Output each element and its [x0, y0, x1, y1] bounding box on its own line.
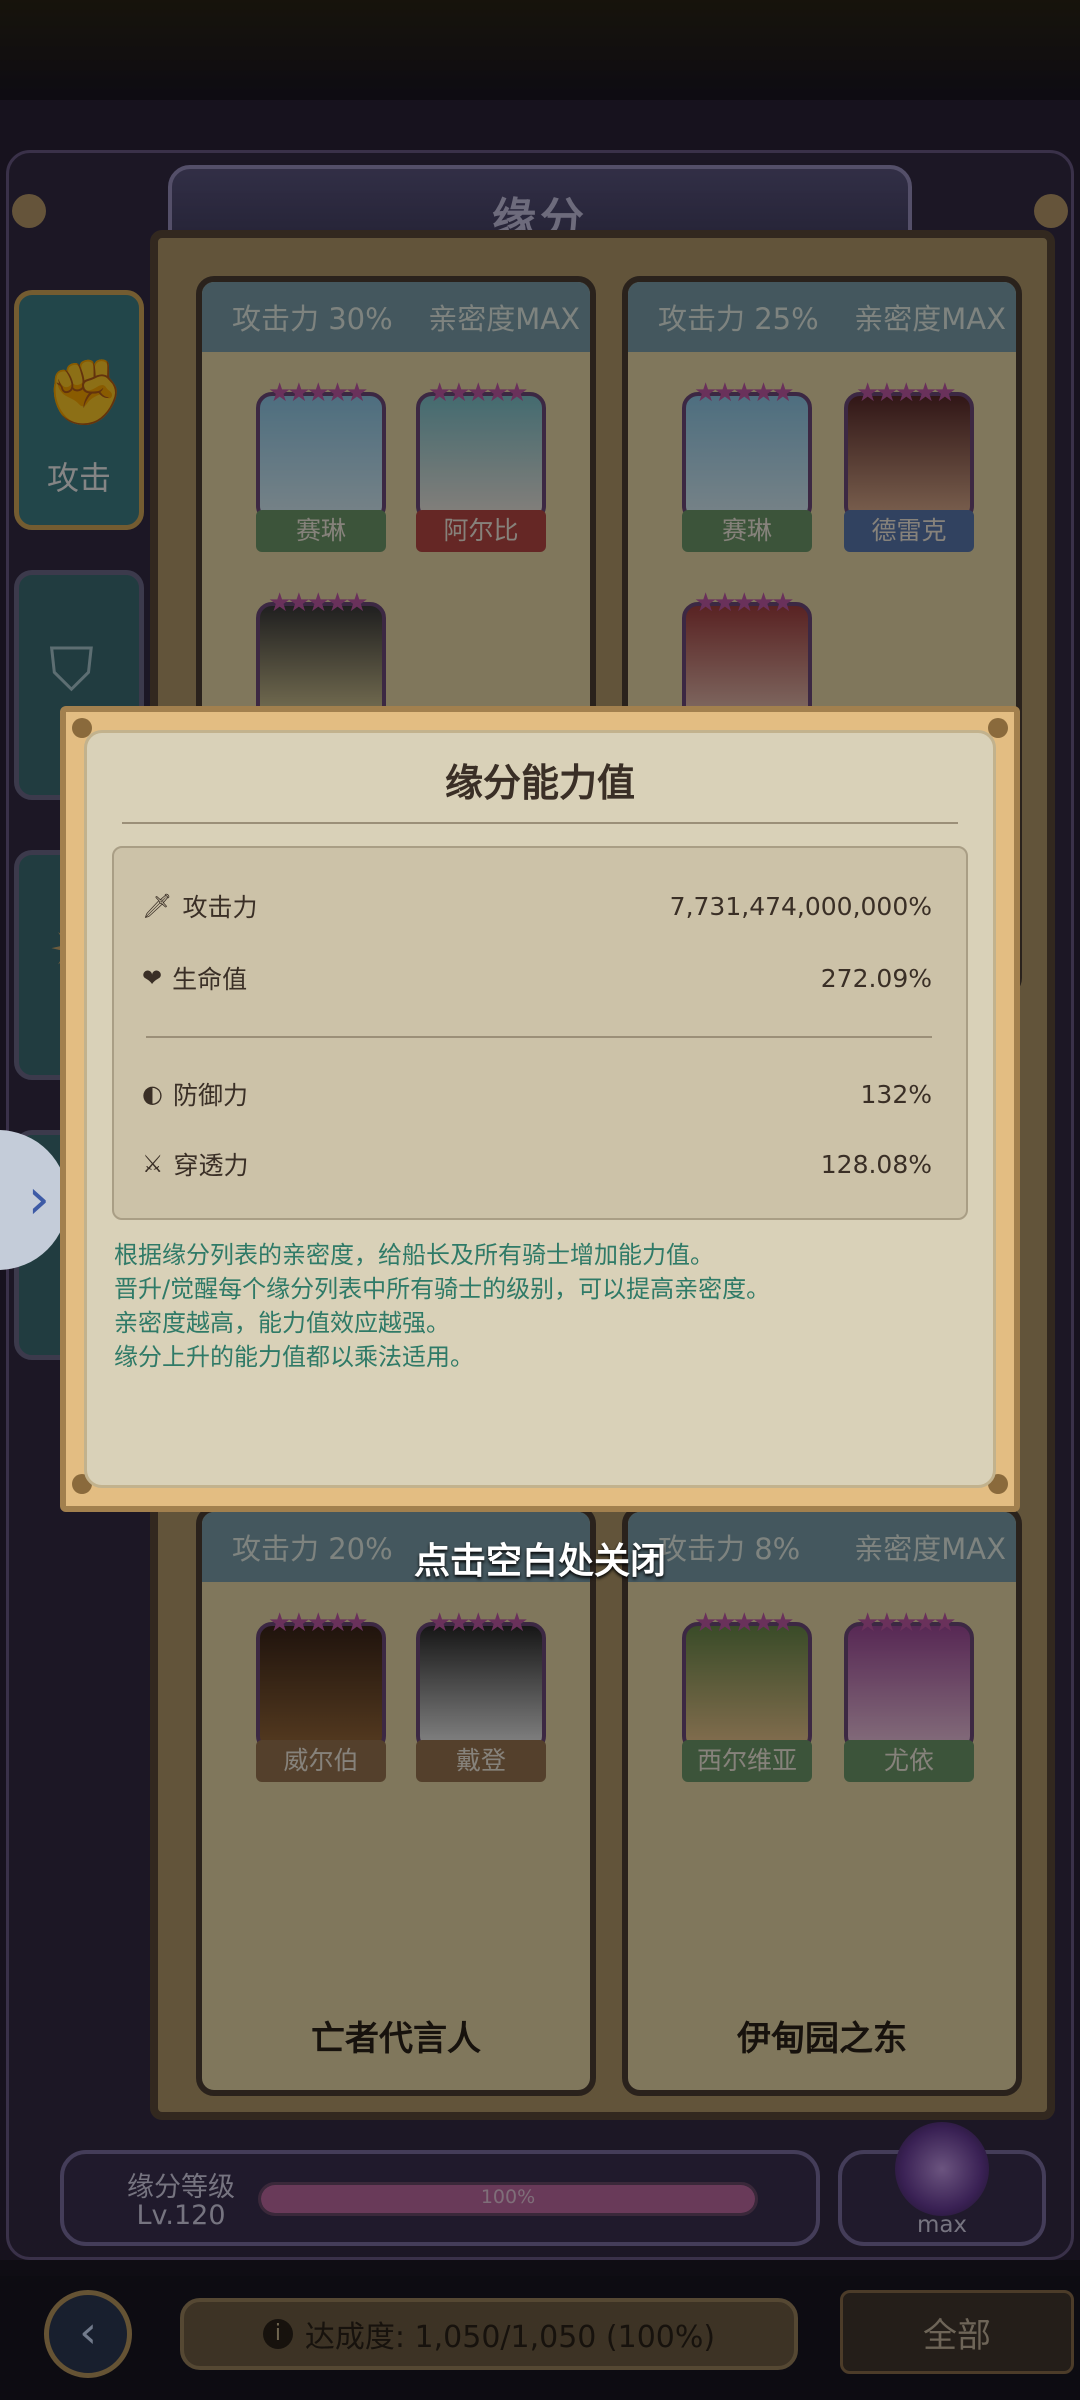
dialog-note: 根据缘分列表的亲密度，给船长及所有骑士增加能力值。	[114, 1241, 714, 1269]
stat-row-pierce: ⚔ 穿透力 128.08%	[142, 1146, 932, 1182]
heart-icon: ❤	[142, 964, 163, 992]
stat-value: 132%	[860, 1079, 932, 1109]
stat-row-hp: ❤ 生命值 272.09%	[142, 960, 932, 996]
stat-name: 攻击力	[182, 893, 258, 922]
stat-name: 穿透力	[173, 1151, 249, 1180]
stat-row-defense: ◐ 防御力 132%	[142, 1076, 932, 1112]
divider	[122, 822, 958, 824]
stat-name: 防御力	[172, 1081, 248, 1110]
dialog-note: 亲密度越高，能力值效应越强。	[114, 1309, 450, 1337]
pierce-icon: ⚔	[142, 1150, 164, 1178]
dialog-title: 缘分能力值	[444, 761, 635, 805]
stat-row-attack: 🗡 攻击力 7,731,474,000,000%	[142, 888, 932, 924]
chevron-right-icon: ›	[27, 1167, 50, 1232]
dialog-note: 晋升/觉醒每个缘分列表中所有骑士的级别，可以提高亲密度。	[114, 1275, 771, 1303]
stat-value: 272.09%	[820, 963, 932, 993]
close-hint: 点击空白处关闭	[413, 1541, 666, 1582]
stat-value: 7,731,474,000,000%	[669, 891, 932, 921]
sword-icon: 🗡	[142, 892, 173, 920]
stat-value: 128.08%	[820, 1149, 932, 1179]
dialog-note: 缘分上升的能力值都以乘法适用。	[114, 1343, 474, 1371]
stat-name: 生命值	[172, 965, 248, 994]
defense-icon: ◐	[142, 1080, 163, 1108]
divider	[146, 1036, 932, 1038]
